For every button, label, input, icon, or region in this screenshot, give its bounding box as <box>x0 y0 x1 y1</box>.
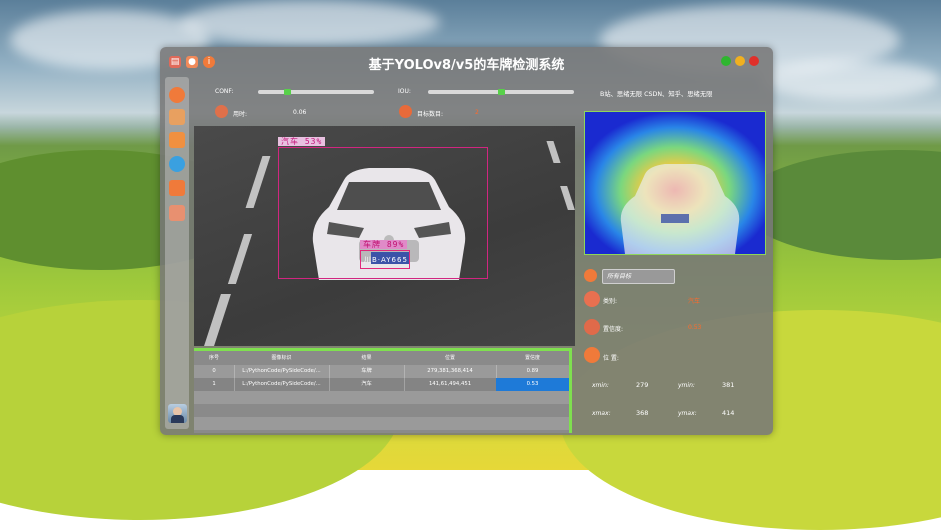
maximize-button[interactable] <box>721 56 731 66</box>
timer-icon <box>215 105 228 118</box>
avatar[interactable] <box>168 404 187 423</box>
position-icon <box>584 347 600 363</box>
app-window: ▤ ● i 基于YOLOv8/v5的车牌检测系统 CONF: IOU: 用时: … <box>160 47 773 435</box>
column-header-image: 图像标识 <box>271 355 292 361</box>
confidence-value: 0.53 <box>688 324 702 331</box>
target-count-icon <box>399 105 412 118</box>
lane-marking <box>245 156 271 208</box>
position-label: 位 置: <box>603 355 619 362</box>
ymin-label: ymin: <box>678 382 695 389</box>
iou-slider[interactable] <box>428 89 574 95</box>
car-detection-label: 汽车 53% <box>278 137 326 146</box>
conf-label: CONF: <box>215 88 234 95</box>
column-header-result: 结果 <box>361 355 372 361</box>
conf-slider-handle[interactable] <box>284 89 291 95</box>
ymax-label: ymax: <box>678 410 697 417</box>
xmax-value: 368 <box>636 409 649 417</box>
table-row-empty <box>194 391 572 404</box>
selected-cell[interactable]: 0.53 <box>496 378 570 391</box>
heatmap-image <box>584 111 766 255</box>
ymax-value: 414 <box>722 409 735 417</box>
xmin-value: 279 <box>636 381 649 389</box>
plate-text: 川B·AY665 <box>364 256 408 264</box>
column-header-position: 位置 <box>444 355 455 361</box>
confidence-icon <box>584 319 600 335</box>
minimize-button[interactable] <box>735 56 745 66</box>
menu-icon[interactable] <box>169 87 185 103</box>
close-button[interactable] <box>749 56 759 66</box>
lane-marking <box>560 186 575 210</box>
column-header-confidence: 置信度 <box>524 355 540 361</box>
category-label: 类别: <box>603 298 618 305</box>
tools-icon[interactable] <box>169 109 185 125</box>
video-icon[interactable] <box>169 180 185 196</box>
category-value: 汽车 <box>688 298 701 305</box>
xmin-label: xmin: <box>592 382 609 389</box>
camera-icon[interactable] <box>169 156 185 172</box>
detection-image: 汽车 53% 车牌 89% 川B·AY665 <box>194 126 575 346</box>
table-scrollbar[interactable] <box>569 351 572 433</box>
time-value: 0.06 <box>293 109 307 116</box>
window-title: 基于YOLOv8/v5的车牌检测系统 <box>368 58 565 73</box>
iou-label: IOU: <box>398 88 411 95</box>
title-bar: ▤ ● i 基于YOLOv8/v5的车牌检测系统 <box>160 47 773 79</box>
lane-marking <box>203 294 231 346</box>
confidence-label: 置信度: <box>603 326 624 333</box>
conf-slider[interactable] <box>258 89 374 95</box>
table-row-empty <box>194 404 572 417</box>
list-icon <box>584 269 597 282</box>
table-row-empty <box>194 417 572 430</box>
model-icon[interactable] <box>169 205 185 221</box>
category-icon <box>584 291 600 307</box>
folder-icon[interactable] <box>169 132 185 148</box>
lane-marking <box>546 141 561 163</box>
lane-marking <box>227 234 253 284</box>
table-row[interactable]: 1 L:/PythonCode/PySideCode/... 汽车 141,61… <box>194 378 572 391</box>
right-caption: B站、思绪无限 CSDN、知乎、思绪无限 <box>600 91 713 98</box>
plate-detection-label: 车牌 89% <box>360 240 408 249</box>
results-table: 序号 图像标识 结果 位置 置信度 0 L:/PythonCode/PySide… <box>194 348 572 433</box>
count-label: 目标数目: <box>417 111 444 118</box>
target-select[interactable]: 所有目标 <box>602 269 675 284</box>
time-label: 用时: <box>233 111 248 118</box>
column-header-index: 序号 <box>208 355 219 361</box>
xmax-label: xmax: <box>592 410 611 417</box>
ymin-value: 381 <box>722 381 735 389</box>
count-value: 2 <box>475 109 479 116</box>
sidebar <box>165 77 189 429</box>
table-row[interactable]: 0 L:/PythonCode/PySideCode/... 车牌 279,38… <box>194 365 572 378</box>
iou-slider-handle[interactable] <box>498 89 505 95</box>
